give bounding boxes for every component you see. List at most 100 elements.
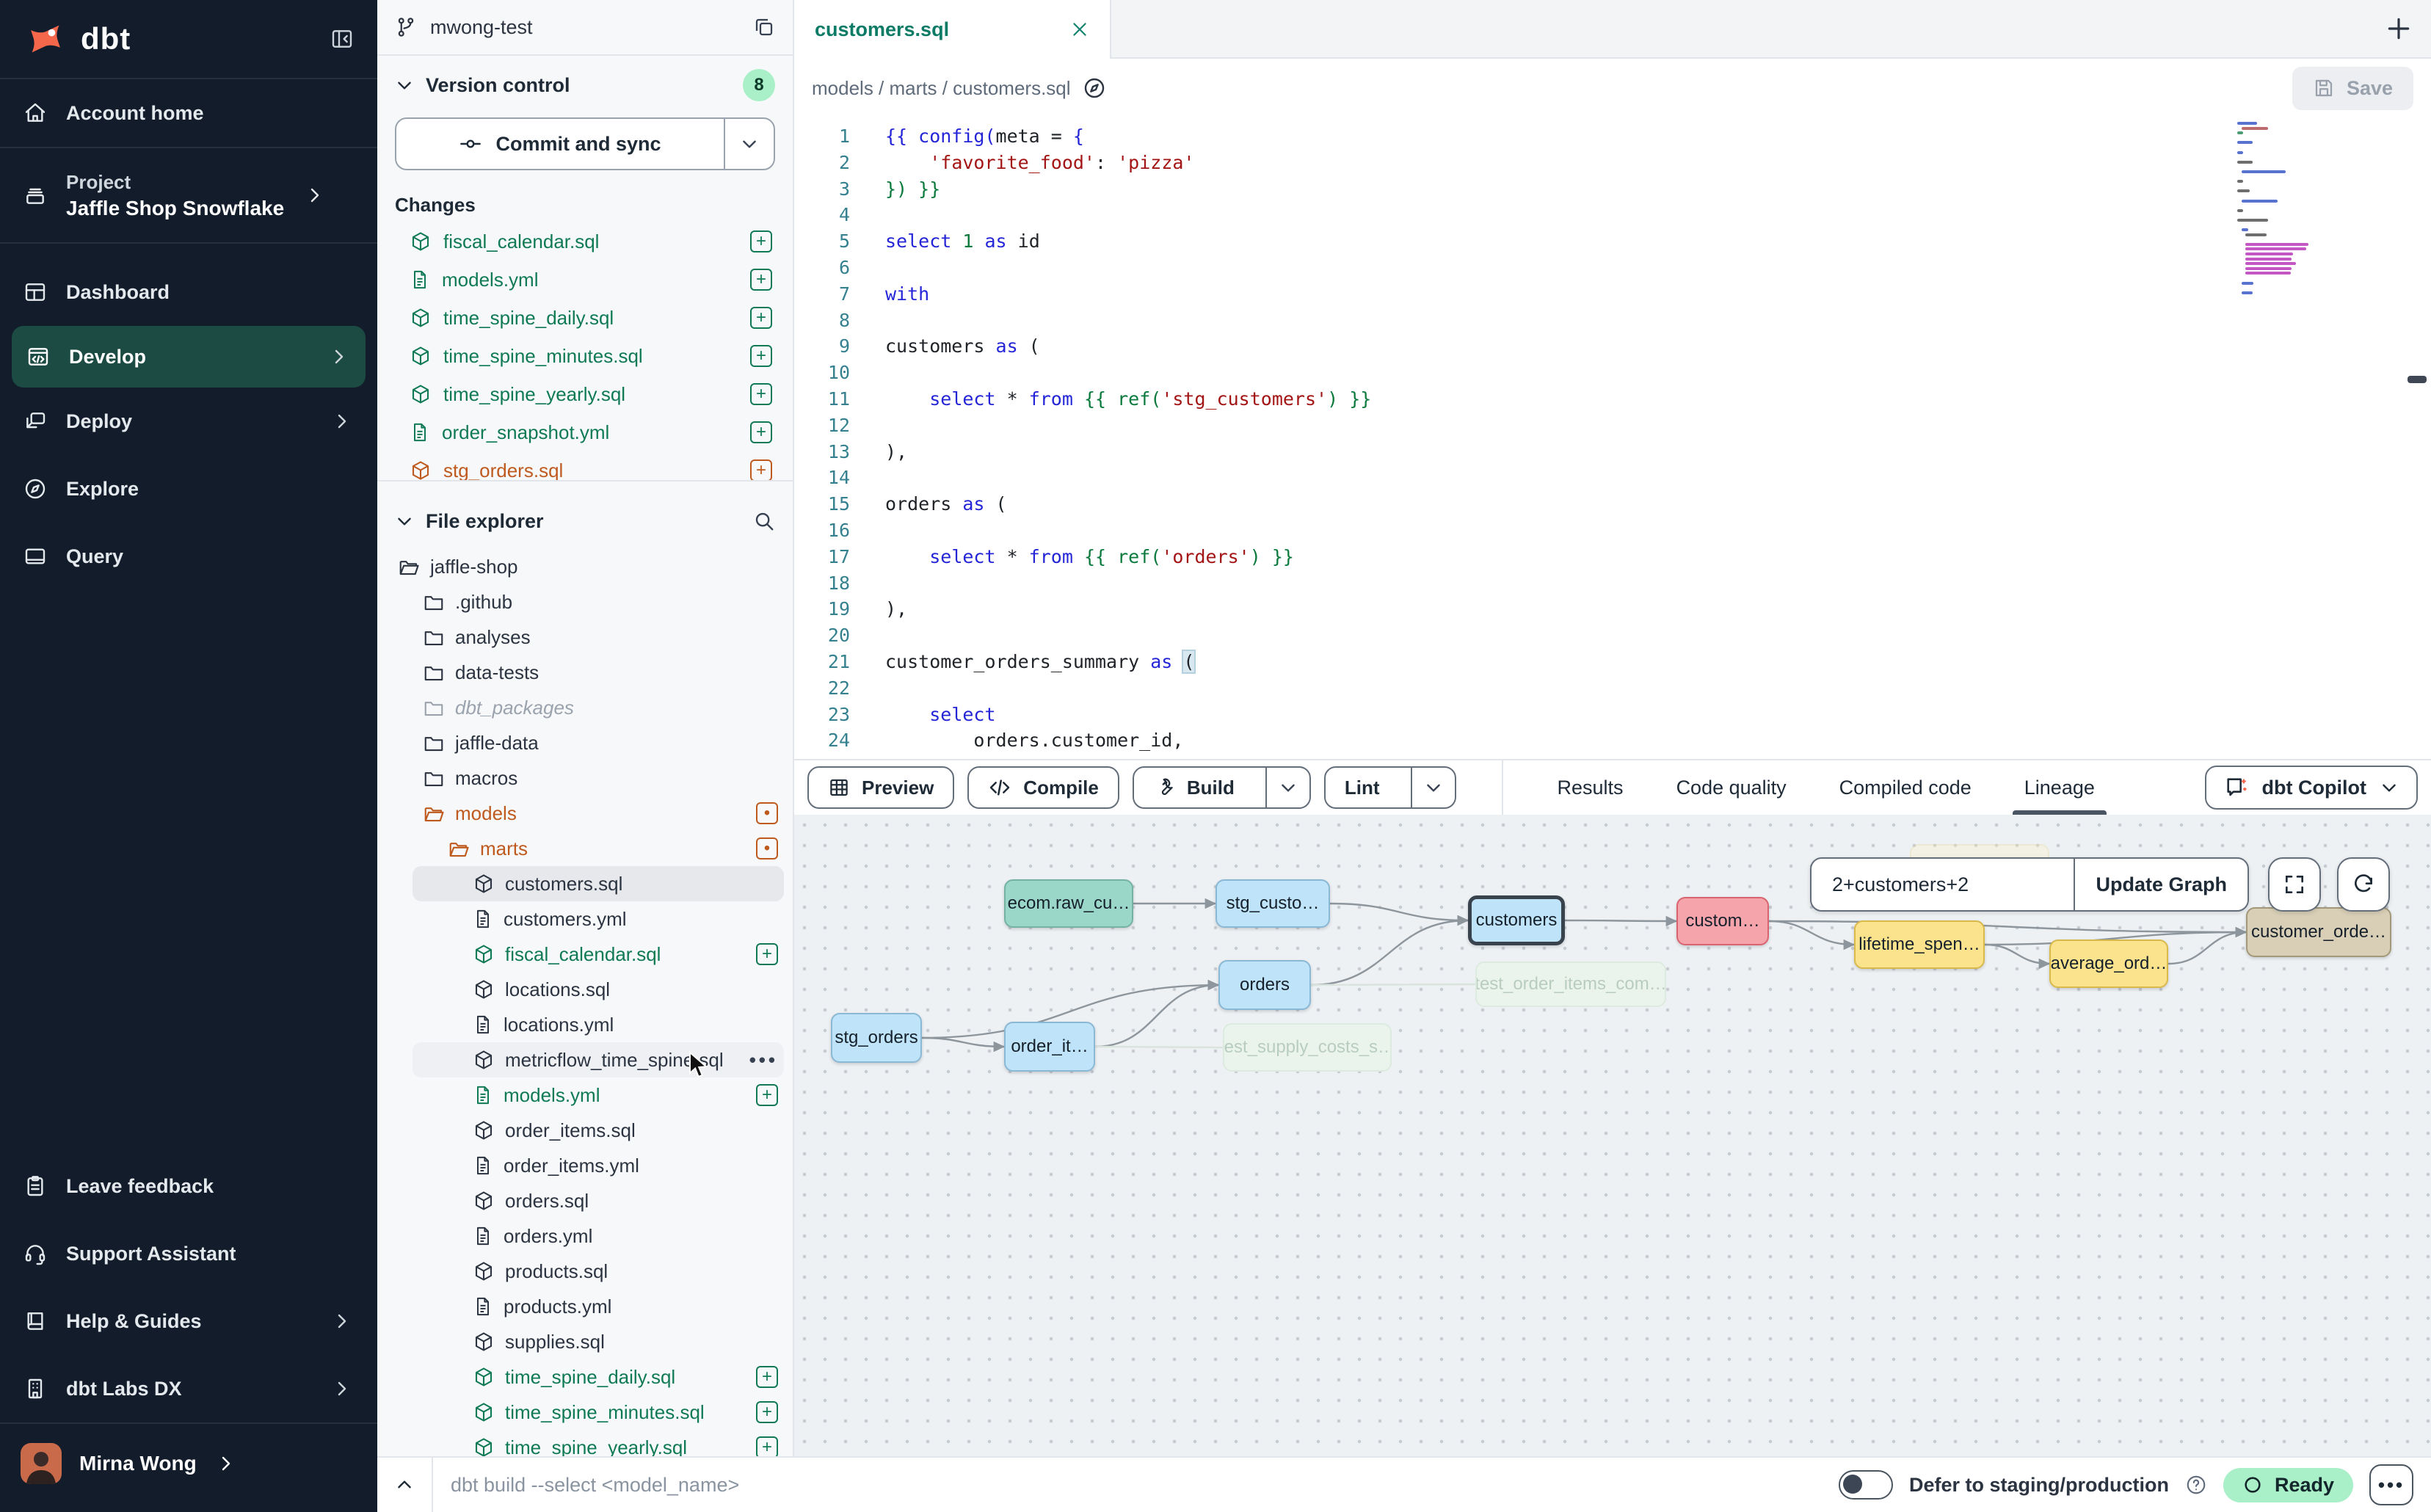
code-line-22[interactable]: 22 xyxy=(794,675,2431,702)
tree-item-fiscal-calendar-sql[interactable]: fiscal_calendar.sql+ xyxy=(377,937,793,972)
code-line-7[interactable]: 7with xyxy=(794,281,2431,308)
stage-change-button[interactable]: + xyxy=(750,459,772,480)
code-line-19[interactable]: 19), xyxy=(794,596,2431,622)
lineage-node-aord[interactable]: average_ord… xyxy=(2049,939,2168,988)
code-line-16[interactable]: 16 xyxy=(794,517,2431,544)
sidebar-user-menu[interactable]: Mirna Wong xyxy=(0,1424,377,1503)
lineage-node-t2[interactable]: test_supply_costs_s… xyxy=(1223,1023,1392,1072)
change-row[interactable]: time_spine_yearly.sql+ xyxy=(377,375,793,413)
code-line-11[interactable]: 11 select * from {{ ref('stg_customers')… xyxy=(794,386,2431,412)
sidebar-item-help-guides[interactable]: Help & Guides xyxy=(0,1287,377,1355)
tree-item-orders-sql[interactable]: orders.sql xyxy=(377,1183,793,1218)
stage-change-button[interactable]: + xyxy=(756,1366,778,1388)
stage-change-button[interactable]: + xyxy=(756,1401,778,1423)
lineage-node-lspen[interactable]: lifetime_spen… xyxy=(1854,920,1985,969)
sidebar-item-dashboard[interactable]: Dashboard xyxy=(0,258,377,326)
ready-status-badge[interactable]: Ready xyxy=(2223,1468,2353,1502)
code-line-24[interactable]: 24 orders.customer_id, xyxy=(794,727,2431,754)
chevron-up-icon[interactable] xyxy=(395,1475,414,1494)
tab-results[interactable]: Results xyxy=(1558,760,1624,815)
stage-change-button[interactable]: + xyxy=(750,383,772,405)
tree-item-jaffle-data[interactable]: jaffle-data xyxy=(377,725,793,760)
tab-code-quality[interactable]: Code quality xyxy=(1676,760,1787,815)
lineage-node-corde[interactable]: customer_orde… xyxy=(2246,907,2391,957)
tree-item-macros[interactable]: macros xyxy=(377,760,793,796)
tree-item-supplies-sql[interactable]: supplies.sql xyxy=(377,1324,793,1359)
lineage-node-ecom[interactable]: ecom.raw_cu… xyxy=(1004,879,1133,928)
code-line-4[interactable]: 4 xyxy=(794,202,2431,228)
version-control-header[interactable]: Version control 8 xyxy=(377,62,793,109)
tree-item-locations-yml[interactable]: locations.yml xyxy=(377,1007,793,1042)
help-circle-icon[interactable] xyxy=(2185,1474,2207,1496)
code-line-12[interactable]: 12 xyxy=(794,412,2431,439)
change-row[interactable]: time_spine_minutes.sql+ xyxy=(377,337,793,375)
tree-item-models[interactable]: models• xyxy=(377,796,793,831)
tree-item-time-spine-yearly-sql[interactable]: time_spine_yearly.sql+ xyxy=(377,1430,793,1456)
compass-icon[interactable] xyxy=(1083,76,1106,100)
code-line-9[interactable]: 9customers as ( xyxy=(794,333,2431,360)
sidebar-item-project[interactable]: Project Jaffle Shop Snowflake xyxy=(0,148,377,242)
sidebar-item-leave-feedback[interactable]: Leave feedback xyxy=(0,1152,377,1220)
tree-item-customers-sql[interactable]: customers.sql xyxy=(377,866,793,901)
command-input[interactable]: dbt build --select <model_name> xyxy=(451,1474,739,1497)
lineage-node-ord[interactable]: orders xyxy=(1218,960,1311,1010)
code-line-8[interactable]: 8 xyxy=(794,308,2431,334)
search-icon[interactable] xyxy=(753,510,775,532)
tree-item-locations-sql[interactable]: locations.sql xyxy=(377,972,793,1007)
stage-change-button[interactable]: + xyxy=(750,269,772,291)
tree-item-time-spine-daily-sql[interactable]: time_spine_daily.sql+ xyxy=(377,1359,793,1395)
tree-item-products-yml[interactable]: products.yml xyxy=(377,1289,793,1324)
tree-item-products-sql[interactable]: products.sql xyxy=(377,1254,793,1289)
new-tab-button[interactable] xyxy=(2366,0,2431,57)
git-branch-row[interactable]: mwong-test xyxy=(377,0,793,56)
scrollbar-thumb[interactable] xyxy=(2408,376,2427,383)
lineage-graph[interactable]: 2+customers+2 Update Graph count_lifetim… xyxy=(794,815,2431,1456)
code-line-6[interactable]: 6 xyxy=(794,255,2431,281)
build-dropdown-button[interactable] xyxy=(1265,768,1309,807)
commit-dropdown-button[interactable] xyxy=(724,119,774,169)
stage-change-button[interactable]: + xyxy=(750,345,772,367)
code-line-15[interactable]: 15orders as ( xyxy=(794,491,2431,517)
code-line-3[interactable]: 3}) }} xyxy=(794,176,2431,203)
refresh-button[interactable] xyxy=(2337,857,2390,912)
tab-lineage[interactable]: Lineage xyxy=(2024,760,2095,815)
code-line-17[interactable]: 17 select * from {{ ref('orders') }} xyxy=(794,544,2431,570)
tree-item-order-items-sql[interactable]: order_items.sql xyxy=(377,1113,793,1148)
file-options-button[interactable]: ••• xyxy=(749,1049,778,1072)
tab-customers-sql[interactable]: customers.sql xyxy=(794,0,1111,59)
code-line-2[interactable]: 2 'favorite_food': 'pizza' xyxy=(794,150,2431,176)
sidebar-item-explore[interactable]: Explore xyxy=(0,455,377,523)
stage-change-button[interactable]: + xyxy=(756,943,778,965)
tree-item-data-tests[interactable]: data-tests xyxy=(377,655,793,690)
code-editor[interactable]: 1{{ config(meta = {2 'favorite_food': 'p… xyxy=(794,117,2431,759)
sidebar-item-deploy[interactable]: Deploy xyxy=(0,388,377,455)
code-line-21[interactable]: 21customer_orders_summary as ( xyxy=(794,649,2431,675)
stage-change-button[interactable]: + xyxy=(756,1084,778,1106)
lineage-node-stgc[interactable]: stg_custo… xyxy=(1216,879,1330,928)
close-icon[interactable] xyxy=(1070,20,1089,39)
stage-change-button[interactable]: + xyxy=(750,307,772,329)
tree-item-analyses[interactable]: analyses xyxy=(377,619,793,655)
change-row[interactable]: models.yml+ xyxy=(377,261,793,299)
tab-compiled-code[interactable]: Compiled code xyxy=(1839,760,1972,815)
dbt-copilot-button[interactable]: dbt Copilot xyxy=(2205,766,2418,810)
code-line-5[interactable]: 5select 1 as id xyxy=(794,228,2431,255)
tree-item-marts[interactable]: marts• xyxy=(377,831,793,866)
sidebar-item-support-assistant[interactable]: Support Assistant xyxy=(0,1220,377,1287)
compile-button[interactable]: Compile xyxy=(967,766,1119,809)
sidebar-item-dbt-labs-dx[interactable]: dbt Labs DX xyxy=(0,1355,377,1422)
copy-icon[interactable] xyxy=(753,16,775,38)
tree-item-metricflow-time-spine-sql[interactable]: metricflow_time_spine.sql••• xyxy=(377,1042,793,1077)
code-line-14[interactable]: 14 xyxy=(794,465,2431,491)
sidebar-item-query[interactable]: Query xyxy=(0,523,377,590)
tree-item-customers-yml[interactable]: customers.yml xyxy=(377,901,793,937)
lint-button[interactable]: Lint xyxy=(1324,766,1456,809)
code-line-23[interactable]: 23 select xyxy=(794,702,2431,728)
code-line-10[interactable]: 10 xyxy=(794,360,2431,386)
lineage-node-stgo[interactable]: stg_orders xyxy=(831,1013,922,1063)
lint-dropdown-button[interactable] xyxy=(1411,768,1455,807)
code-line-25[interactable]: 25 xyxy=(794,754,2431,759)
change-row[interactable]: fiscal_calendar.sql+ xyxy=(377,222,793,261)
defer-toggle[interactable] xyxy=(1839,1470,1893,1500)
collapse-sidebar-icon[interactable] xyxy=(330,27,354,51)
